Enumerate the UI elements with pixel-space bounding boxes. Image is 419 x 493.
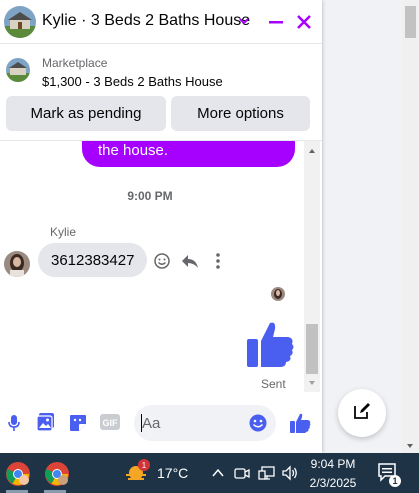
scroll-down-icon[interactable] (304, 376, 320, 388)
reply-icon[interactable] (181, 253, 199, 269)
page-scrollbar-thumb[interactable] (405, 6, 416, 38)
clock-time[interactable]: 9:04 PM (303, 457, 363, 471)
marketplace-label: Marketplace (42, 56, 108, 70)
sticker-icon[interactable] (68, 413, 88, 433)
clock-date[interactable]: 2/3/2025 (303, 476, 363, 490)
marketplace-listing[interactable]: Marketplace $1,300 - 3 Beds 2 Baths Hous… (0, 50, 322, 94)
microphone-icon[interactable] (6, 414, 22, 432)
message-composer: GIF (0, 398, 322, 448)
conversation-title[interactable]: Kylie · 3 Beds 2 Baths House (42, 12, 250, 30)
network-icon[interactable] (258, 465, 276, 481)
new-message-button[interactable] (338, 389, 386, 437)
more-vertical-icon[interactable] (211, 252, 225, 270)
close-icon[interactable] (294, 12, 314, 32)
message-timestamp: 9:00 PM (127, 189, 173, 203)
gif-icon[interactable]: GIF (100, 413, 120, 431)
chrome-icon[interactable] (5, 461, 31, 487)
chat-scrollbar-thumb[interactable] (306, 324, 318, 374)
notification-badge: 1 (389, 475, 401, 487)
avatar[interactable] (4, 251, 30, 277)
page-scrollbar[interactable] (402, 0, 419, 453)
emoji-icon[interactable] (249, 414, 267, 432)
listing-thumbnail (6, 58, 30, 82)
like-button-icon[interactable] (289, 412, 311, 434)
chrome-icon[interactable] (44, 461, 70, 487)
message-status: Sent (261, 377, 286, 391)
page: Kylie · 3 Beds 2 Baths House Marketplace… (0, 0, 419, 493)
weather-badge: 1 (138, 459, 150, 471)
outgoing-message[interactable]: the house. (82, 141, 295, 167)
listing-title: $1,300 - 3 Beds 2 Baths House (42, 74, 223, 89)
chevron-down-icon[interactable] (237, 14, 251, 28)
taskbar: 1 17°C 9:04 PM 2/3/2025 1 (0, 453, 419, 493)
sender-name: Kylie (50, 225, 77, 239)
chat-window: Kylie · 3 Beds 2 Baths House Marketplace… (0, 0, 322, 453)
chevron-up-icon[interactable] (211, 466, 225, 478)
more-options-button[interactable]: More options (171, 96, 310, 131)
volume-icon[interactable] (281, 465, 299, 481)
incoming-message[interactable]: 3612383427 (38, 243, 148, 277)
compose-icon (352, 401, 372, 426)
thumbs-up-icon[interactable] (246, 319, 296, 369)
camera-icon[interactable] (234, 465, 250, 481)
photo-icon[interactable] (36, 412, 56, 432)
message-list[interactable]: the house. 9:00 PM Kylie 3612383427 Sent (0, 141, 304, 392)
text-caret (141, 414, 142, 432)
minimize-icon[interactable] (267, 13, 285, 31)
chat-header[interactable]: Kylie · 3 Beds 2 Baths House (0, 0, 322, 44)
svg-text:GIF: GIF (103, 418, 119, 428)
seen-avatar (271, 287, 285, 301)
page-scroll-down-icon[interactable] (404, 438, 416, 448)
house-avatar[interactable] (4, 6, 36, 38)
scroll-up-icon[interactable] (304, 144, 320, 156)
emoji-react-icon[interactable] (154, 253, 170, 269)
mark-as-pending-button[interactable]: Mark as pending (6, 96, 166, 131)
temperature[interactable]: 17°C (157, 465, 188, 481)
